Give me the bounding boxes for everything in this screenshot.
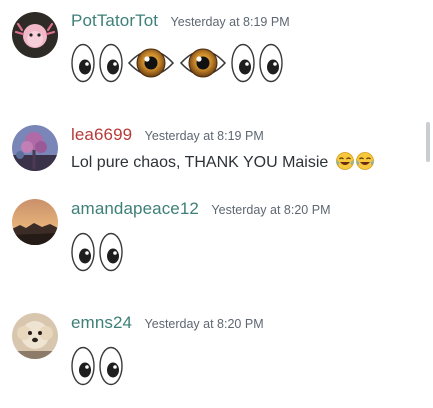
eyes-emoji-icon [71, 232, 95, 272]
joy-emoji-icon [355, 152, 374, 170]
axolotl-avatar-icon[interactable] [12, 12, 58, 58]
tree-photo-avatar-icon[interactable] [12, 125, 58, 171]
timestamp: Yesterday at 8:20 PM [211, 203, 331, 217]
username[interactable]: amandapeace12 [71, 199, 199, 218]
message-body: Lol pure chaos, THANK YOU Maisie [71, 154, 329, 171]
emoji-content [71, 230, 123, 274]
message-header: amandapeace12 Yesterday at 8:20 PM [71, 199, 330, 219]
sunset-photo-avatar-icon[interactable] [12, 199, 58, 245]
eye-emoji-icon [180, 48, 226, 78]
eyes-emoji-icon [71, 346, 95, 386]
eyes-emoji-icon [259, 43, 283, 83]
username[interactable]: PotTatorTot [71, 11, 158, 30]
eyes-emoji-icon [99, 43, 123, 83]
eyes-emoji-icon [99, 346, 123, 386]
eye-emoji-icon [128, 48, 174, 78]
message-text: Lol pure chaos, THANK YOU Maisie [71, 152, 374, 172]
username[interactable]: emns24 [71, 313, 132, 332]
eyes-emoji-icon [71, 43, 95, 83]
emoji-content [71, 344, 123, 388]
timestamp: Yesterday at 8:20 PM [144, 317, 264, 331]
joy-emoji-icon [335, 152, 354, 170]
message-header: lea6699 Yesterday at 8:19 PM [71, 125, 264, 145]
timestamp: Yesterday at 8:19 PM [144, 129, 264, 143]
username[interactable]: lea6699 [71, 125, 132, 144]
eyes-emoji-icon [231, 43, 255, 83]
message-header: PotTatorTot Yesterday at 8:19 PM [71, 11, 290, 31]
emoji-content [71, 41, 283, 85]
timestamp: Yesterday at 8:19 PM [170, 15, 290, 29]
scrollbar[interactable] [426, 122, 430, 162]
message-header: emns24 Yesterday at 8:20 PM [71, 313, 264, 333]
dog-photo-avatar-icon[interactable] [12, 313, 58, 359]
eyes-emoji-icon [99, 232, 123, 272]
